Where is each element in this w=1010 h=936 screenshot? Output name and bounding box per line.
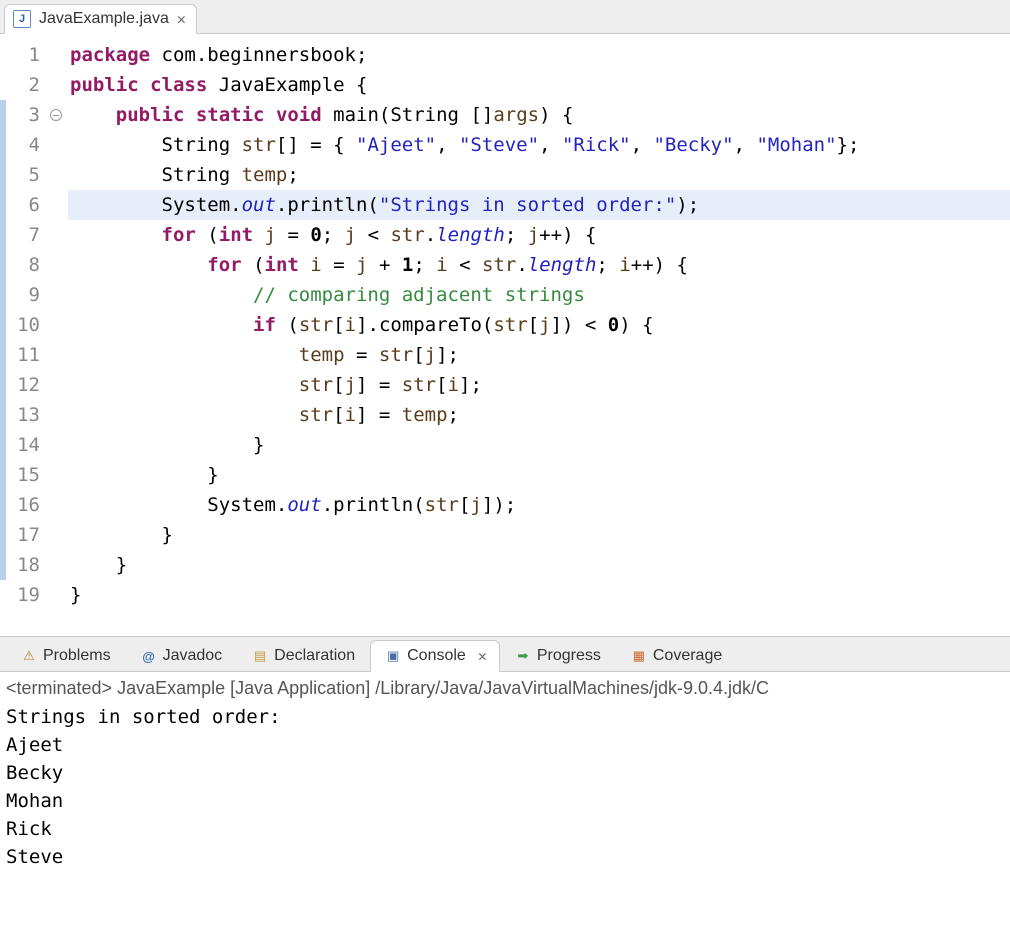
tab-console[interactable]: ▣ Console ✕ [370, 640, 500, 672]
code-line[interactable]: } [68, 520, 1010, 550]
tab-label: Declaration [274, 647, 355, 665]
fold-column [50, 40, 68, 610]
change-marker [0, 280, 6, 310]
code-line[interactable]: } [68, 550, 1010, 580]
change-marker [0, 460, 6, 490]
line-number: 13 [6, 400, 40, 430]
tab-declaration[interactable]: ▤ Declaration [237, 640, 370, 672]
change-marker [0, 100, 6, 130]
code-line[interactable]: for (int j = 0; j < str.length; j++) { [68, 220, 1010, 250]
line-number: 9 [6, 280, 40, 310]
code-line[interactable]: String str[] = { "Ajeet", "Steve", "Rick… [68, 130, 1010, 160]
code-line[interactable]: // comparing adjacent strings [68, 280, 1010, 310]
change-marker [0, 370, 6, 400]
tab-label: Problems [43, 647, 111, 665]
line-number: 5 [6, 160, 40, 190]
panel-tab-bar: ⚠ Problems @ Javadoc ▤ Declaration ▣ Console ✕ ➡ P… [0, 636, 1010, 672]
editor-tab-javaexample[interactable]: J JavaExample.java ✕ [4, 4, 197, 34]
code-line[interactable]: if (str[i].compareTo(str[j]) < 0) { [68, 310, 1010, 340]
change-marker [0, 130, 6, 160]
change-marker [0, 520, 6, 550]
tab-coverage[interactable]: ▦ Coverage [616, 640, 737, 672]
line-number-gutter: 12345678910111213141516171819 [0, 40, 50, 610]
change-marker [0, 550, 6, 580]
code-line[interactable]: System.out.println(str[j]); [68, 490, 1010, 520]
change-marker [0, 340, 6, 370]
code-area[interactable]: package com.beginnersbook;public class J… [68, 40, 1010, 610]
line-number: 12 [6, 370, 40, 400]
tab-label: Progress [537, 647, 601, 665]
line-number: 16 [6, 490, 40, 520]
line-number: 4 [6, 130, 40, 160]
code-line[interactable]: temp = str[j]; [68, 340, 1010, 370]
code-line[interactable]: str[j] = str[i]; [68, 370, 1010, 400]
line-number: 7 [6, 220, 40, 250]
code-line[interactable]: public static void main(String []args) { [68, 100, 1010, 130]
close-icon[interactable]: ✕ [177, 10, 184, 28]
tab-label: Coverage [653, 647, 722, 665]
fold-toggle-icon[interactable] [50, 109, 62, 121]
tab-progress[interactable]: ➡ Progress [500, 640, 616, 672]
code-line[interactable]: } [68, 460, 1010, 490]
tab-label: Javadoc [163, 647, 223, 665]
change-marker [0, 250, 6, 280]
line-number: 17 [6, 520, 40, 550]
coverage-icon: ▦ [631, 648, 647, 664]
line-number: 18 [6, 550, 40, 580]
code-line[interactable]: System.out.println("Strings in sorted or… [68, 190, 1010, 220]
change-marker [0, 190, 6, 220]
tab-label: Console [407, 647, 466, 665]
change-marker [0, 490, 6, 520]
code-line[interactable]: for (int i = j + 1; i < str.length; i++)… [68, 250, 1010, 280]
code-line[interactable]: public class JavaExample { [68, 70, 1010, 100]
line-number: 10 [6, 310, 40, 340]
editor-tab-label: JavaExample.java [39, 10, 169, 28]
line-number: 2 [6, 70, 40, 100]
tab-problems[interactable]: ⚠ Problems [6, 640, 126, 672]
problems-icon: ⚠ [21, 648, 37, 664]
code-line[interactable]: } [68, 580, 1010, 610]
line-number: 15 [6, 460, 40, 490]
line-number: 1 [6, 40, 40, 70]
change-marker [0, 430, 6, 460]
code-line[interactable]: } [68, 430, 1010, 460]
code-line[interactable]: package com.beginnersbook; [68, 40, 1010, 70]
code-editor[interactable]: 12345678910111213141516171819 package co… [0, 34, 1010, 610]
editor-tab-bar: J JavaExample.java ✕ [0, 0, 1010, 34]
change-marker [0, 400, 6, 430]
code-line[interactable]: str[i] = temp; [68, 400, 1010, 430]
line-number: 3 [6, 100, 40, 130]
change-marker [0, 220, 6, 250]
console-output: Strings in sorted order: Ajeet Becky Moh… [0, 701, 1010, 873]
java-file-icon: J [13, 10, 31, 28]
line-number: 8 [6, 250, 40, 280]
tab-javadoc[interactable]: @ Javadoc [126, 640, 238, 672]
console-status-line: <terminated> JavaExample [Java Applicati… [0, 672, 1010, 701]
line-number: 14 [6, 430, 40, 460]
javadoc-icon: @ [141, 648, 157, 664]
progress-icon: ➡ [515, 648, 531, 664]
change-marker [0, 310, 6, 340]
console-icon: ▣ [385, 648, 401, 664]
declaration-icon: ▤ [252, 648, 268, 664]
line-number: 11 [6, 340, 40, 370]
code-line[interactable]: String temp; [68, 160, 1010, 190]
change-marker [0, 160, 6, 190]
line-number: 19 [6, 580, 40, 610]
close-icon[interactable]: ✕ [478, 647, 485, 665]
line-number: 6 [6, 190, 40, 220]
